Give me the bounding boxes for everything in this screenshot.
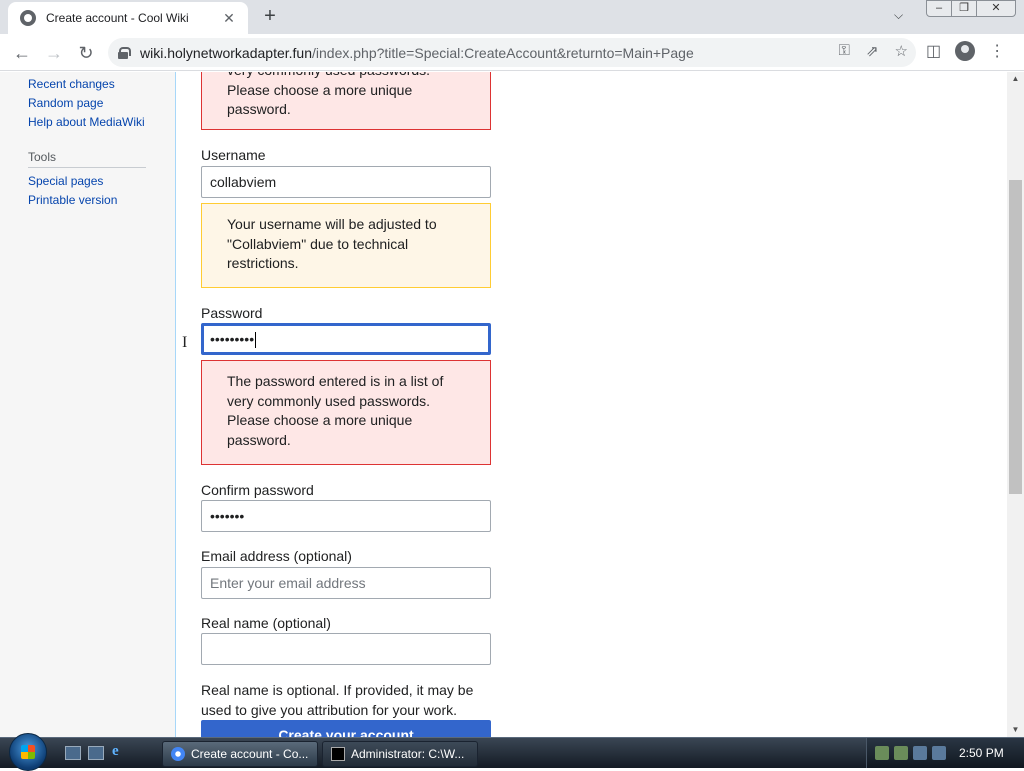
- window-controls: – ❐ ✕: [926, 0, 1016, 17]
- password-input[interactable]: •••••••••: [201, 323, 491, 355]
- username-label: Username: [201, 147, 266, 163]
- command-prompt-icon: [331, 747, 345, 761]
- username-warning-line: "Collabviem" due to technical: [227, 235, 409, 252]
- password-value: •••••••••: [210, 331, 255, 347]
- globe-icon: [20, 10, 36, 26]
- key-icon[interactable]: ⚿: [839, 42, 850, 60]
- url-path: /index.php?title=Special:CreateAccount&r…: [312, 44, 694, 61]
- username-warning: Your username will be adjusted to "Colla…: [201, 203, 491, 288]
- tab-search-chevron-icon[interactable]: ⌵: [894, 8, 903, 23]
- scroll-up-arrow-icon[interactable]: ▲: [1007, 72, 1024, 86]
- real-name-label: Real name (optional): [201, 615, 331, 631]
- scrollbar-thumb[interactable]: [1009, 180, 1022, 494]
- address-bar[interactable]: wiki.holynetworkadapter.fun/index.php?ti…: [108, 38, 916, 67]
- system-tray: 2:50 PM: [866, 738, 1024, 768]
- tab-title: Create account - Cool Wiki: [46, 11, 189, 25]
- sidebar-link-random-page[interactable]: Random page: [28, 94, 145, 113]
- bookmark-star-icon[interactable]: ☆: [895, 42, 908, 60]
- side-panel-icon[interactable]: ◫: [926, 41, 941, 61]
- chrome-icon: [171, 747, 185, 761]
- sidebar-link-special-pages[interactable]: Special pages: [28, 172, 117, 191]
- real-name-help: Real name is optional. If provided, it m…: [201, 680, 491, 720]
- taskbar-item-browser[interactable]: Create account - Co...: [162, 741, 318, 767]
- reload-icon[interactable]: ↻: [74, 41, 98, 65]
- sidebar-link-recent-changes[interactable]: Recent changes: [28, 75, 145, 94]
- email-placeholder: Enter your email address: [210, 575, 366, 591]
- wiki-sidebar: Recent changes Random page Help about Me…: [0, 72, 176, 737]
- browser-right-tools: ◫ ⋮: [926, 41, 1005, 61]
- url-host: wiki.holynetworkadapter.fun: [140, 44, 312, 61]
- real-name-help-line: Real name is optional. If provided, it m…: [201, 682, 474, 698]
- sidebar-link-help[interactable]: Help about MediaWiki: [28, 113, 145, 132]
- scroll-down-arrow-icon[interactable]: ▼: [1007, 723, 1024, 737]
- network-icon[interactable]: [913, 746, 927, 760]
- text-cursor-ibeam-icon: I: [182, 334, 188, 351]
- new-tab-button[interactable]: +: [258, 5, 282, 29]
- forward-arrow-icon[interactable]: →: [42, 41, 66, 65]
- tab-strip: Create account - Cool Wiki ✕ + ⌵ – ❐ ✕: [0, 0, 1024, 34]
- tray-app-icon[interactable]: [894, 746, 908, 760]
- share-icon[interactable]: ⇗: [866, 42, 879, 60]
- clock[interactable]: 2:50 PM: [959, 746, 1004, 760]
- top-password-error: very commonly used passwords. Please cho…: [201, 72, 491, 130]
- top-error-line: very commonly used passwords.: [227, 72, 470, 81]
- password-label: Password: [201, 305, 263, 321]
- taskbar-item-label: Administrator: C:\W...: [351, 747, 465, 761]
- lock-icon[interactable]: [118, 46, 131, 59]
- taskbar-item-cmd[interactable]: Administrator: C:\W...: [322, 741, 478, 767]
- username-warning-line: restrictions.: [227, 255, 299, 271]
- email-label: Email address (optional): [201, 548, 352, 564]
- real-name-input[interactable]: [201, 633, 491, 665]
- username-warning-line: Your username will be adjusted to: [227, 216, 437, 232]
- minimize-button[interactable]: –: [926, 0, 952, 17]
- volume-muted-icon[interactable]: [932, 746, 946, 760]
- top-error-line: Please choose a more unique: [227, 81, 413, 98]
- window-close-button[interactable]: ✕: [976, 0, 1016, 17]
- confirm-password-label: Confirm password: [201, 482, 314, 498]
- tray-app-icon[interactable]: [875, 746, 889, 760]
- internet-explorer-icon[interactable]: e: [112, 743, 128, 759]
- navigation-links: Recent changes Random page Help about Me…: [0, 75, 145, 132]
- top-error-line: password.: [227, 101, 291, 117]
- show-desktop-icon[interactable]: [65, 746, 81, 760]
- password-error: The password entered is in a list of ver…: [201, 360, 491, 465]
- tab-close-icon[interactable]: ✕: [220, 10, 238, 27]
- password-error-line: very commonly used passwords.: [227, 392, 431, 409]
- back-arrow-icon[interactable]: ←: [10, 41, 34, 65]
- restore-button[interactable]: ❐: [951, 0, 977, 17]
- url-text: wiki.holynetworkadapter.fun/index.php?ti…: [140, 45, 694, 61]
- password-error-line: The password entered is in a list of: [227, 373, 444, 389]
- start-orb-icon[interactable]: [9, 733, 47, 771]
- tools-heading: Tools: [28, 150, 146, 168]
- create-account-button[interactable]: Create your account: [201, 720, 491, 737]
- browser-toolbar: ← → ↻ wiki.holynetworkadapter.fun/index.…: [0, 34, 1024, 71]
- profile-avatar-icon[interactable]: [955, 41, 976, 61]
- username-input[interactable]: collabviem: [201, 166, 491, 198]
- menu-kebab-icon[interactable]: ⋮: [989, 41, 1005, 61]
- switch-windows-icon[interactable]: [88, 746, 104, 760]
- page-viewport: Recent changes Random page Help about Me…: [0, 72, 1007, 737]
- confirm-password-input[interactable]: •••••••: [201, 500, 491, 532]
- windows-taskbar: e Create account - Co... Administrator: …: [0, 733, 1024, 771]
- password-error-line: password.: [227, 431, 291, 448]
- sidebar-link-printable-version[interactable]: Printable version: [28, 191, 117, 210]
- real-name-help-line: used to give you attribution for your wo…: [201, 702, 458, 718]
- taskbar-item-label: Create account - Co...: [191, 747, 309, 761]
- text-caret: [255, 332, 257, 349]
- page-scrollbar[interactable]: ▲ ▼: [1007, 72, 1024, 737]
- omnibox-actions: ⚿ ⇗ ☆: [839, 42, 908, 60]
- browser-tab[interactable]: Create account - Cool Wiki ✕: [8, 2, 248, 34]
- email-input[interactable]: Enter your email address: [201, 567, 491, 599]
- password-error-line: Please choose a more unique: [227, 412, 413, 428]
- tools-links: Special pages Printable version: [0, 172, 117, 210]
